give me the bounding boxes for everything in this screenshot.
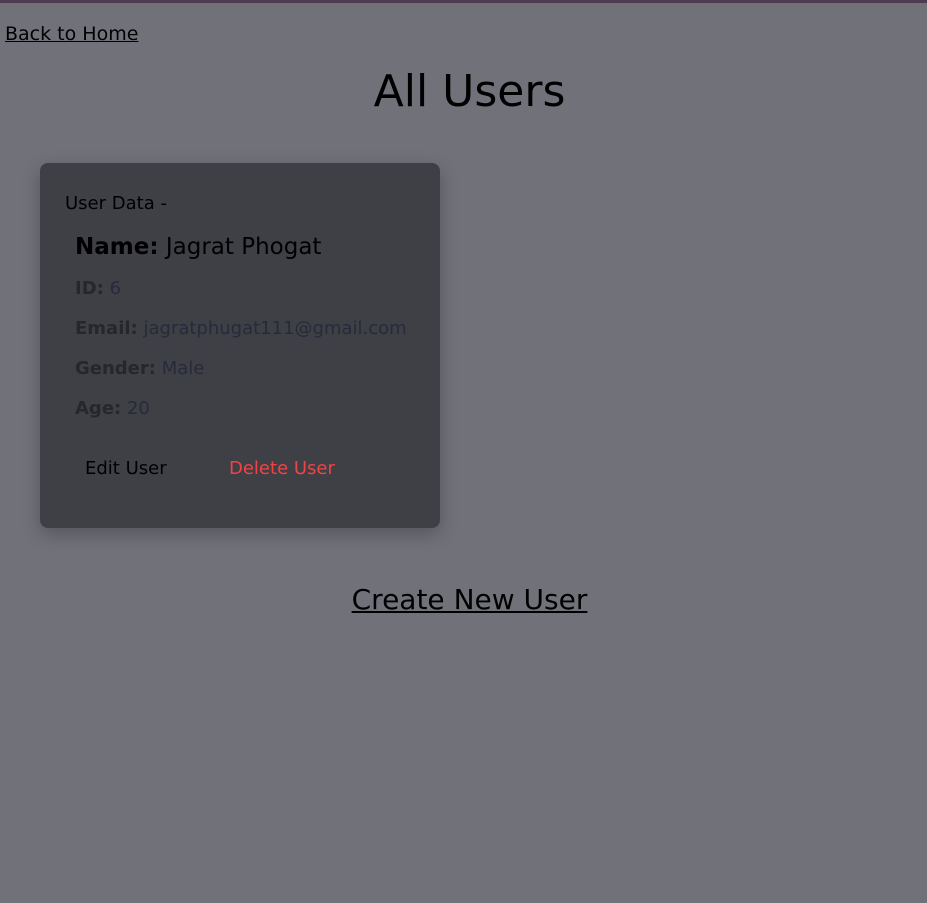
page-title: All Users bbox=[373, 66, 566, 117]
user-id-field: ID: 6 bbox=[75, 277, 121, 301]
delete-user-button[interactable]: Delete User bbox=[229, 457, 335, 481]
id-key: ID: bbox=[75, 278, 104, 299]
back-to-home-link[interactable]: Back to Home bbox=[5, 22, 138, 46]
user-data-label: User Data - bbox=[65, 193, 167, 214]
edit-user-button[interactable]: Edit User bbox=[85, 457, 167, 481]
age-key: Age: bbox=[75, 398, 122, 419]
create-new-user-link[interactable]: Create New User bbox=[352, 583, 588, 616]
user-age-field: Age: 20 bbox=[75, 397, 150, 421]
id-value: 6 bbox=[109, 278, 122, 299]
email-key: Email: bbox=[75, 318, 138, 339]
user-name: Name: Jagrat Phogat bbox=[75, 231, 321, 263]
user-email-field: Email: jagratphugat111@gmail.com bbox=[75, 317, 407, 341]
age-value: 20 bbox=[126, 398, 150, 419]
gender-key: Gender: bbox=[75, 358, 156, 379]
name-value: Jagrat Phogat bbox=[165, 234, 322, 260]
user-card: User Data - Name: Jagrat Phogat ID: 6 Em… bbox=[40, 163, 440, 528]
gender-value: Male bbox=[161, 358, 205, 379]
create-user-container: Create New User bbox=[0, 582, 927, 618]
email-value: jagratphugat111@gmail.com bbox=[143, 318, 407, 339]
name-key: Name: bbox=[75, 234, 159, 260]
user-gender-field: Gender: Male bbox=[75, 357, 204, 381]
top-border bbox=[0, 0, 927, 3]
